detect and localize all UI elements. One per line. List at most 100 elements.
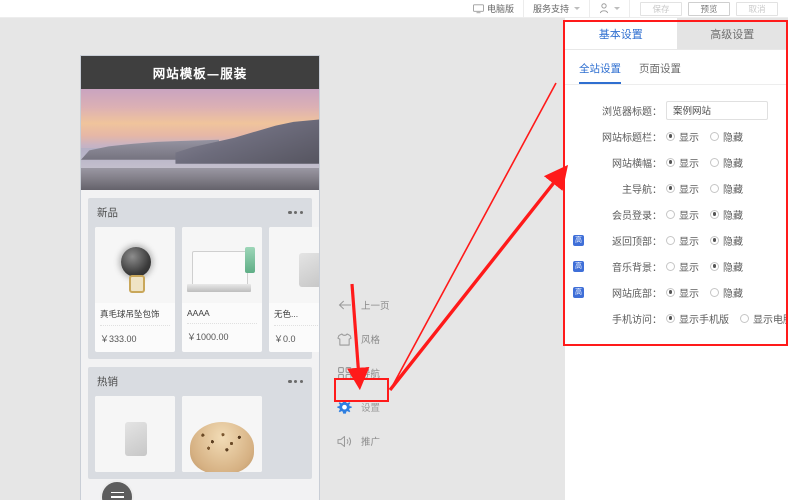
tool-menu-item-promotion[interactable]: 推广 bbox=[333, 424, 403, 458]
radio-option-hide[interactable]: 隐藏 bbox=[710, 207, 743, 222]
product-price: ￥1000.00 bbox=[187, 332, 229, 342]
product-name: 真毛球吊坠包饰 bbox=[100, 308, 170, 326]
browser-title-input[interactable]: 案例网站 bbox=[666, 100, 768, 120]
tool-menu-item-nav[interactable]: 导航 bbox=[333, 356, 403, 390]
radio-group: 显示 隐藏 bbox=[666, 233, 743, 248]
radio-option-show[interactable]: 显示 bbox=[666, 155, 699, 170]
cancel-button[interactable]: 取消 bbox=[736, 1, 778, 16]
subtab-page-settings[interactable]: 页面设置 bbox=[639, 61, 681, 84]
site-header-title: 网站模板—服装 bbox=[152, 66, 248, 81]
field-site-banner: 网站横幅： 显示 隐藏 bbox=[573, 149, 776, 175]
product-list bbox=[88, 396, 312, 479]
hamburger-icon[interactable] bbox=[100, 480, 134, 500]
product-card[interactable] bbox=[95, 396, 175, 472]
product-card[interactable] bbox=[182, 396, 262, 472]
product-thumbnail bbox=[269, 227, 319, 303]
more-dots-icon[interactable] bbox=[288, 379, 303, 384]
toolbar-left-group: 电脑版 服务支持 保存 预览 取消 bbox=[464, 0, 778, 18]
radio-icon bbox=[666, 157, 675, 167]
site-header-bar[interactable]: 网站模板—服装 bbox=[81, 56, 319, 89]
radio-label: 隐藏 bbox=[723, 210, 743, 222]
editor-canvas[interactable]: 网站模板—服装 新品 真毛球吊坠包饰 ￥333.00 AAAA ￥1000.00… bbox=[0, 18, 565, 500]
radio-icon bbox=[740, 313, 749, 323]
save-button[interactable]: 保存 bbox=[640, 1, 682, 16]
product-meta: 真毛球吊坠包饰 ￥333.00 bbox=[95, 303, 175, 352]
bottle bbox=[245, 247, 255, 273]
radio-group: 显示 隐藏 bbox=[666, 259, 743, 274]
account-menu[interactable] bbox=[590, 0, 630, 18]
section-title: 新品 bbox=[97, 207, 118, 219]
site-banner-image[interactable] bbox=[81, 89, 319, 190]
radio-group: 显示 隐藏 bbox=[666, 207, 743, 222]
product-card[interactable]: AAAA ￥1000.00 bbox=[182, 227, 262, 352]
product-card[interactable]: 无色... ￥0.0 bbox=[269, 227, 319, 352]
radio-icon bbox=[666, 313, 675, 323]
radio-option-show[interactable]: 显示 bbox=[666, 233, 699, 248]
panel-tab-bar: 基本设置 高级设置 bbox=[565, 18, 788, 50]
field-mobile-access: 手机访问： 显示手机版 显示电脑版 i bbox=[573, 305, 788, 331]
product-card[interactable]: 真毛球吊坠包饰 ￥333.00 bbox=[95, 227, 175, 352]
radio-option-show[interactable]: 显示 bbox=[666, 129, 699, 144]
section-hot-sales[interactable]: 热销 bbox=[88, 367, 312, 479]
preview-button[interactable]: 预览 bbox=[688, 1, 730, 16]
section-header: 新品 bbox=[88, 205, 312, 227]
radio-option-hide[interactable]: 隐藏 bbox=[710, 259, 743, 274]
radio-option-show[interactable]: 显示 bbox=[666, 181, 699, 196]
support-menu[interactable]: 服务支持 bbox=[524, 0, 590, 18]
radio-option-hide[interactable]: 隐藏 bbox=[710, 155, 743, 170]
tool-menu-label: 风格 bbox=[361, 335, 381, 346]
radio-label: 隐藏 bbox=[723, 236, 743, 248]
radio-option-hide[interactable]: 隐藏 bbox=[710, 181, 743, 196]
monitor-icon bbox=[473, 3, 484, 14]
radio-label: 显示 bbox=[679, 288, 699, 300]
tool-menu-item-prev-page[interactable]: 上一页 bbox=[333, 288, 403, 322]
tool-menu-label: 推广 bbox=[361, 437, 381, 448]
field-label: 浏览器标题： bbox=[602, 106, 662, 118]
radio-group: 显示 隐藏 bbox=[666, 129, 743, 144]
tool-menu-item-style[interactable]: 风格 bbox=[333, 322, 403, 356]
device-switch[interactable]: 电脑版 bbox=[464, 0, 524, 18]
field-label: 主导航： bbox=[622, 184, 662, 196]
field-label: 音乐背景： bbox=[612, 262, 662, 274]
radio-option-hide[interactable]: 隐藏 bbox=[710, 129, 743, 144]
product-list: 真毛球吊坠包饰 ￥333.00 AAAA ￥1000.00 无色... ￥0.0 bbox=[88, 227, 319, 359]
tab-advanced-settings[interactable]: 高级设置 bbox=[676, 18, 788, 49]
radio-icon bbox=[666, 209, 675, 219]
radio-icon bbox=[710, 235, 719, 245]
radio-icon bbox=[666, 261, 675, 271]
more-dots-icon[interactable] bbox=[288, 210, 303, 215]
radio-option-hide[interactable]: 隐藏 bbox=[710, 233, 743, 248]
product-object bbox=[125, 422, 147, 456]
grid-icon bbox=[337, 366, 352, 381]
radio-icon bbox=[710, 183, 719, 193]
subtab-site-settings[interactable]: 全站设置 bbox=[579, 61, 621, 84]
radio-option-desktop[interactable]: 显示电脑版 bbox=[740, 311, 788, 326]
radio-option-hide[interactable]: 隐藏 bbox=[710, 285, 743, 300]
top-toolbar: 电脑版 服务支持 保存 预览 取消 bbox=[0, 0, 788, 18]
field-browser-title: 浏览器标题： 案例网站 bbox=[573, 97, 776, 123]
product-thumbnail bbox=[95, 396, 175, 472]
toolbar-actions: 保存 预览 取消 bbox=[640, 1, 778, 16]
radio-label: 显示手机版 bbox=[679, 314, 729, 326]
radio-icon bbox=[666, 287, 675, 297]
radio-icon bbox=[666, 235, 675, 245]
radio-label: 显示 bbox=[679, 262, 699, 274]
badge-placeholder bbox=[573, 209, 584, 220]
tab-basic-settings[interactable]: 基本设置 bbox=[565, 18, 677, 49]
section-new-products[interactable]: 新品 真毛球吊坠包饰 ￥333.00 AAAA ￥1000.00 无色... ￥… bbox=[88, 198, 319, 359]
radio-option-show[interactable]: 显示 bbox=[666, 259, 699, 274]
radio-option-show[interactable]: 显示 bbox=[666, 285, 699, 300]
radio-option-mobile[interactable]: 显示手机版 bbox=[666, 311, 729, 326]
section-header: 热销 bbox=[88, 374, 312, 396]
radio-option-show[interactable]: 显示 bbox=[666, 207, 699, 222]
section-title: 热销 bbox=[97, 376, 118, 388]
gear-icon bbox=[337, 400, 352, 415]
product-meta: 无色... ￥0.0 bbox=[269, 303, 319, 352]
tool-menu-item-settings[interactable]: 设置 bbox=[333, 390, 403, 424]
badge-placeholder bbox=[573, 183, 584, 194]
user-icon bbox=[599, 3, 609, 14]
radio-label: 隐藏 bbox=[723, 262, 743, 274]
field-member-login: 会员登录： 显示 隐藏 bbox=[573, 201, 776, 227]
badge-placeholder bbox=[573, 131, 584, 142]
site-preview-frame[interactable]: 网站模板—服装 新品 真毛球吊坠包饰 ￥333.00 AAAA ￥1000.00… bbox=[80, 55, 320, 500]
